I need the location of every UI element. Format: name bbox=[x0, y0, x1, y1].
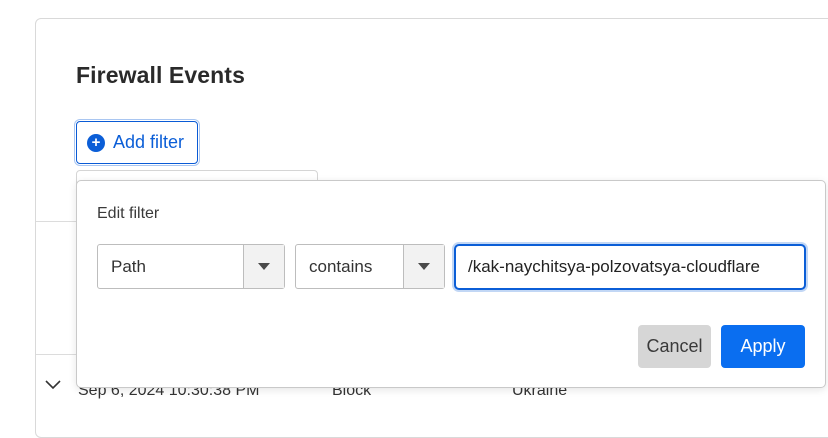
caret-down-icon bbox=[258, 263, 270, 270]
add-filter-button[interactable]: + Add filter bbox=[76, 121, 198, 164]
caret-down-icon bbox=[418, 263, 430, 270]
operator-select-toggle[interactable] bbox=[403, 245, 444, 288]
plus-circle-icon: + bbox=[87, 133, 105, 152]
apply-button[interactable]: Apply bbox=[721, 325, 805, 368]
table-divider-bottom bbox=[36, 354, 78, 355]
operator-select-value: contains bbox=[309, 256, 373, 276]
table-divider-top bbox=[36, 221, 78, 222]
operator-select[interactable]: contains bbox=[295, 244, 445, 289]
cancel-button[interactable]: Cancel bbox=[638, 325, 711, 368]
filter-value-input[interactable] bbox=[454, 244, 806, 290]
page-title: Firewall Events bbox=[76, 62, 245, 88]
field-select-value: Path bbox=[111, 256, 146, 276]
edit-filter-popover: Edit filter Path contains Cancel Apply bbox=[76, 180, 826, 388]
edit-filter-title: Edit filter bbox=[97, 205, 160, 222]
field-select[interactable]: Path bbox=[97, 244, 285, 289]
field-select-toggle[interactable] bbox=[243, 245, 284, 288]
chevron-down-icon[interactable] bbox=[44, 378, 62, 396]
add-filter-label: Add filter bbox=[113, 132, 185, 152]
